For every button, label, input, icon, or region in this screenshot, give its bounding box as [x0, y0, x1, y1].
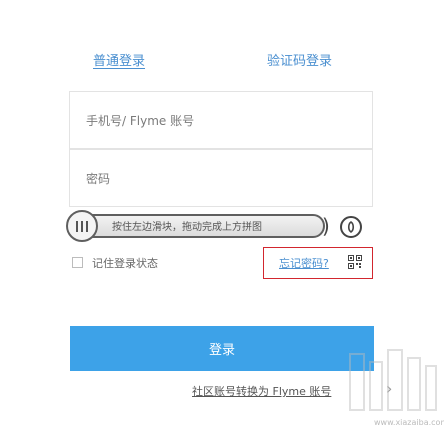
tab-code-login[interactable]: 验证码登录 — [267, 50, 332, 69]
account-field[interactable] — [69, 91, 373, 150]
password-field[interactable] — [69, 149, 373, 208]
tab-normal-login[interactable]: 普通登录 — [93, 50, 145, 69]
community-account-link[interactable]: 社区账号转换为 Flyme 账号 — [192, 383, 331, 399]
remember-checkbox[interactable] — [72, 257, 83, 268]
slider-hint: 按住左边滑块，拖动完成上方拼图 — [112, 222, 262, 233]
grip-icon — [76, 220, 88, 232]
remember-label: 记住登录状态 — [92, 257, 158, 270]
password-input[interactable] — [84, 150, 358, 208]
qr-code-icon[interactable] — [348, 254, 362, 273]
watermark-logo — [346, 348, 440, 418]
watermark-url: www.xiazaiba.com — [374, 418, 444, 427]
slider-handle[interactable] — [66, 210, 98, 242]
account-input[interactable] — [84, 92, 358, 150]
forgot-password-link[interactable]: 忘记密码? — [279, 255, 329, 271]
slider-arrow-icon: ) — [322, 214, 330, 238]
login-button[interactable]: 登录 — [70, 326, 374, 371]
captcha-logo-icon — [340, 216, 362, 238]
